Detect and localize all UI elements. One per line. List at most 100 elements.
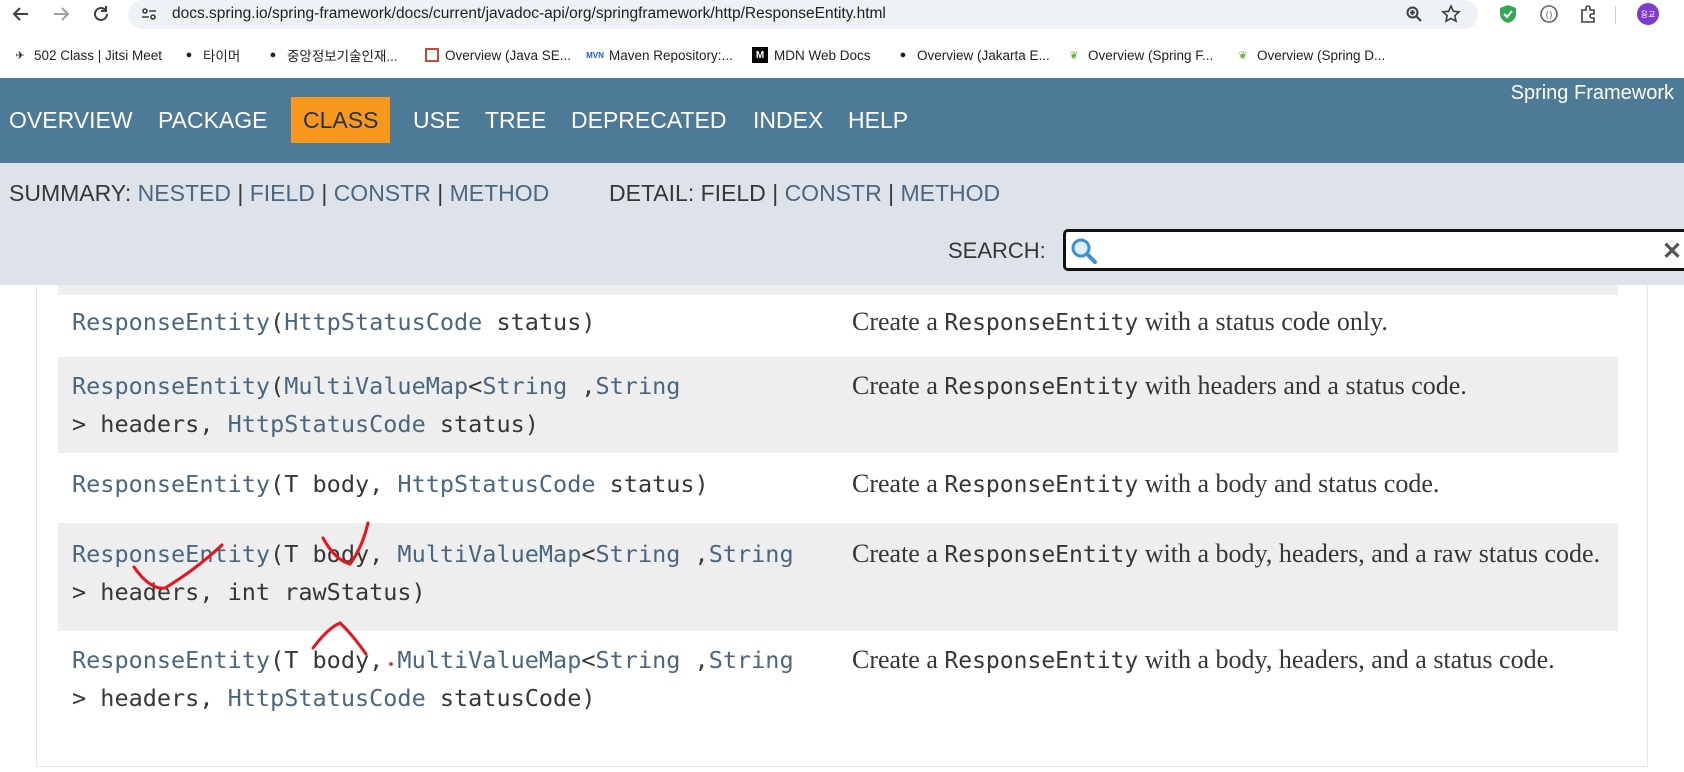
url-text[interactable]: docs.spring.io/spring-framework/docs/cur… bbox=[172, 5, 886, 23]
table-row: ResponseEntity(T body, HttpStatusCode st… bbox=[58, 453, 1618, 523]
detail-nav: DETAIL: FIELD | CONSTR | METHOD bbox=[609, 180, 1001, 206]
description-text: Create a bbox=[852, 469, 945, 498]
code-term: ResponseEntity bbox=[944, 374, 1139, 400]
forward-icon[interactable] bbox=[50, 3, 72, 25]
type-link[interactable]: ResponseEntity bbox=[72, 470, 270, 498]
nav-class[interactable]: CLASS bbox=[291, 97, 391, 143]
constructor-description: Create a ResponseEntity with a status co… bbox=[852, 303, 1612, 342]
constructor-description: Create a ResponseEntity with a body, hea… bbox=[852, 535, 1612, 574]
signature-text: ( bbox=[270, 372, 285, 400]
summary-method-link[interactable]: METHOD bbox=[450, 180, 550, 206]
bookmark-item[interactable]: Overview (Java SE... bbox=[425, 44, 571, 66]
search-input[interactable] bbox=[1063, 229, 1684, 271]
bookmark-star-icon[interactable] bbox=[1440, 3, 1462, 25]
bookmark-item[interactable]: ● 중앙정보기술인재... bbox=[265, 44, 398, 66]
bookmark-item[interactable]: M MDN Web Docs bbox=[752, 44, 871, 66]
signature-text: status) bbox=[595, 470, 709, 498]
nav-package[interactable]: PACKAGE bbox=[158, 100, 268, 140]
summary-constr-link[interactable]: CONSTR bbox=[334, 180, 431, 206]
signature-text: < bbox=[581, 646, 596, 674]
type-link[interactable]: MultiValueMap bbox=[397, 646, 581, 674]
type-link[interactable]: String bbox=[596, 372, 681, 400]
type-link[interactable]: HttpStatusCode bbox=[284, 308, 482, 336]
jitsi-icon: ✈ bbox=[15, 49, 25, 62]
type-link[interactable]: String bbox=[596, 540, 681, 568]
constructor-signature[interactable]: ResponseEntity(T body, MultiValueMap<Str… bbox=[72, 641, 812, 717]
signature-text: , bbox=[680, 540, 709, 568]
nav-deprecated[interactable]: DEPRECATED bbox=[571, 100, 727, 140]
puzzle-extensions-icon[interactable] bbox=[1578, 3, 1600, 25]
signature-text: (T body, bbox=[270, 646, 398, 674]
code-term: ResponseEntity bbox=[944, 648, 1139, 674]
signature-text: (T body, bbox=[270, 470, 398, 498]
maven-icon: MVN bbox=[586, 50, 604, 60]
back-icon[interactable] bbox=[10, 3, 32, 25]
type-link[interactable]: String bbox=[709, 646, 794, 674]
shield-extension-icon[interactable] bbox=[1497, 3, 1519, 25]
constructor-description: Create a ResponseEntity with a body, hea… bbox=[852, 641, 1612, 680]
type-link[interactable]: ResponseEntity bbox=[72, 372, 270, 400]
table-row-partial bbox=[58, 285, 1618, 295]
detail-method-link[interactable]: METHOD bbox=[900, 180, 1000, 206]
clear-search-icon[interactable]: ✕ bbox=[1662, 237, 1682, 266]
table-row: ResponseEntity(T body, MultiValueMap<Str… bbox=[58, 523, 1618, 631]
nav-index[interactable]: INDEX bbox=[753, 100, 823, 140]
oracle-icon bbox=[425, 48, 439, 62]
signature-text: (T body, bbox=[270, 540, 398, 568]
zoom-icon[interactable] bbox=[1403, 3, 1425, 25]
globe-icon: ● bbox=[269, 49, 277, 61]
constructor-signature[interactable]: ResponseEntity(T body, MultiValueMap<Str… bbox=[72, 535, 812, 611]
bookmark-item[interactable]: ✈ 502 Class | Jitsi Meet bbox=[12, 44, 162, 66]
nav-use[interactable]: USE bbox=[413, 100, 460, 140]
code-term: ResponseEntity bbox=[944, 310, 1139, 336]
signature-text: , bbox=[567, 372, 596, 400]
description-text: with headers and a status code. bbox=[1138, 371, 1467, 400]
code-term: ResponseEntity bbox=[944, 472, 1139, 498]
description-text: with a body, headers, and a status code. bbox=[1138, 645, 1555, 674]
type-link[interactable]: String bbox=[596, 646, 681, 674]
type-link[interactable]: MultiValueMap bbox=[397, 540, 581, 568]
summary-nav: SUMMARY: NESTED | FIELD | CONSTR | METHO… bbox=[9, 180, 550, 206]
type-link[interactable]: ResponseEntity bbox=[72, 540, 270, 568]
table-row: ResponseEntity(HttpStatusCode status) Cr… bbox=[58, 295, 1618, 357]
summary-field-link[interactable]: FIELD bbox=[250, 180, 315, 206]
site-info-icon[interactable] bbox=[138, 3, 160, 25]
type-link[interactable]: HttpStatusCode bbox=[228, 410, 426, 438]
description-text: with a status code only. bbox=[1138, 307, 1388, 336]
search-icon bbox=[1069, 236, 1099, 266]
type-link[interactable]: MultiValueMap bbox=[284, 372, 468, 400]
type-link[interactable]: ResponseEntity bbox=[72, 646, 270, 674]
type-link[interactable]: String bbox=[482, 372, 567, 400]
summary-nested-link[interactable]: NESTED bbox=[138, 180, 231, 206]
type-link[interactable]: ResponseEntity bbox=[72, 308, 270, 336]
nav-tree[interactable]: TREE bbox=[485, 100, 546, 140]
constructor-description: Create a ResponseEntity with headers and… bbox=[852, 367, 1612, 406]
detail-field: FIELD bbox=[700, 180, 766, 206]
bookmark-item[interactable]: ❦ Overview (Spring D... bbox=[1235, 44, 1385, 66]
constructor-signature[interactable]: ResponseEntity(HttpStatusCode status) bbox=[72, 303, 812, 341]
bookmark-item[interactable]: ❦ Overview (Spring F... bbox=[1066, 44, 1213, 66]
search-label: SEARCH: bbox=[948, 238, 1046, 263]
nav-overview[interactable]: OVERVIEW bbox=[9, 100, 133, 140]
profile-avatar[interactable]: 응교 bbox=[1637, 3, 1659, 25]
bookmark-item[interactable]: MVN Maven Repository:... bbox=[586, 44, 733, 66]
bookmark-item[interactable]: ● Overview (Jakarta E... bbox=[895, 44, 1050, 66]
signature-text: status) bbox=[425, 410, 539, 438]
svg-text:(): () bbox=[1545, 11, 1552, 21]
description-text: Create a bbox=[852, 645, 945, 674]
description-text: Create a bbox=[852, 371, 945, 400]
description-text: with a body, headers, and a raw status c… bbox=[1138, 539, 1601, 568]
extension-icon[interactable]: () bbox=[1538, 3, 1560, 25]
bookmark-item[interactable]: ● 타이머 bbox=[181, 44, 241, 66]
reload-icon[interactable] bbox=[90, 3, 112, 25]
nav-help[interactable]: HELP bbox=[848, 100, 908, 140]
type-link[interactable]: HttpStatusCode bbox=[397, 470, 595, 498]
signature-text: > headers, bbox=[72, 684, 228, 712]
type-link[interactable]: HttpStatusCode bbox=[228, 684, 426, 712]
constructor-signature[interactable]: ResponseEntity(MultiValueMap<String ,Str… bbox=[72, 367, 812, 443]
signature-text: > headers, int rawStatus) bbox=[72, 578, 426, 606]
detail-constr-link[interactable]: CONSTR bbox=[785, 180, 882, 206]
type-link[interactable]: String bbox=[709, 540, 794, 568]
signature-text: < bbox=[468, 372, 483, 400]
constructor-signature[interactable]: ResponseEntity(T body, HttpStatusCode st… bbox=[72, 465, 812, 503]
